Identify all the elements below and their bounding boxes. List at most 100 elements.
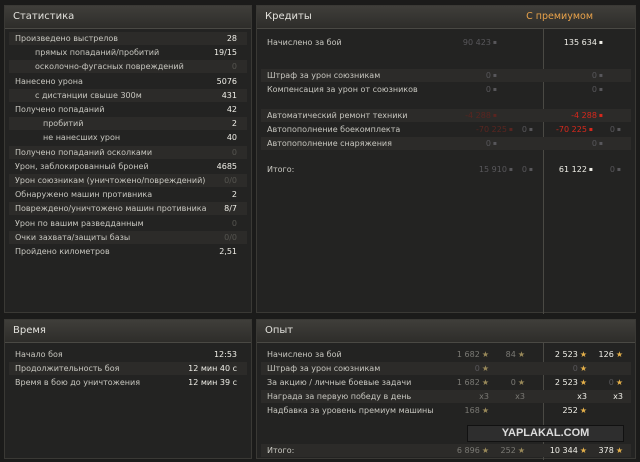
star-icon: ★ (579, 446, 587, 455)
premium-label: С премиумом (526, 11, 593, 22)
exp-base-free: x3 (515, 390, 525, 403)
exp-base-free-value: 252 (500, 446, 516, 455)
stats-label: Повреждено/уничтожено машин противника (15, 204, 207, 214)
credit-base-extra-value: 0 (521, 165, 527, 174)
stats-label: Урон, заблокированный броней (15, 161, 149, 171)
stats-row: Произведено выстрелов 28 (9, 32, 247, 45)
exp-label: Итого: (267, 446, 295, 455)
credit-premium-value: -70 225 (556, 125, 587, 134)
exp-premium-free: 378 ★ (599, 444, 623, 457)
time-row: Продолжительность боя 12 мин 40 с (9, 362, 247, 375)
coin-icon: ▪ (598, 39, 603, 46)
time-value: 12 мин 40 с (188, 364, 237, 373)
exp-premium-value: x3 (577, 392, 587, 401)
stats-label: прямых попаданий/пробитий (35, 48, 160, 58)
exp-base-free-value: x3 (515, 392, 525, 401)
credit-label: Автопополнение боекомплекта (267, 125, 401, 134)
stats-row: с дистанции свыше 300м 431 (9, 88, 247, 102)
star-icon: ★ (517, 350, 525, 359)
exp-premium: 2 523 ★ (555, 376, 587, 389)
exp-base: 168 ★ (465, 404, 489, 417)
stats-label: пробитий (43, 119, 84, 129)
stats-row: Получено попаданий осколками 0 (9, 145, 247, 159)
credits-title-text: Кредиты (265, 11, 312, 22)
credit-row: Штраф за урон союзникам 0 ▪ 0 ▪ (261, 69, 631, 82)
star-icon: ★ (517, 378, 525, 387)
star-icon: ★ (615, 350, 623, 359)
credits-panel: Кредиты С премиумом Начислено за бой 90 4… (256, 5, 636, 314)
stats-label: Урон по вашим разведданным (15, 218, 144, 228)
stats-row: Урон союзникам (уничтожено/повреждений) 0… (9, 174, 247, 187)
exp-label: За акцию / личные боевые задачи (267, 378, 412, 387)
star-icon: ★ (481, 446, 489, 455)
stats-value: 42 (226, 105, 237, 114)
coin-icon: ▪ (508, 126, 513, 133)
stats-label: Обнаружено машин противника (15, 190, 153, 200)
coin-icon: ▪ (616, 126, 621, 133)
exp-title: Опыт (257, 320, 635, 343)
exp-label: Начислено за бой (267, 350, 342, 359)
stats-value: 2,51 (219, 247, 237, 256)
stats-label: Очки захвата/защиты базы (15, 232, 131, 242)
stats-value: 0/0 (224, 176, 237, 185)
credit-premium-extra: 0 ▪ (610, 163, 621, 176)
time-label: Время в бою до уничтожения (15, 378, 141, 387)
exp-premium-value: 0 (572, 364, 578, 373)
exp-base-value: 6 896 (456, 446, 480, 455)
credit-premium-extra-value: 0 (609, 165, 615, 174)
coin-icon: ▪ (528, 166, 533, 173)
credit-base-extra: 0 ▪ (522, 123, 533, 136)
star-icon: ★ (481, 350, 489, 359)
coin-icon: ▪ (508, 166, 513, 173)
credit-premium-extra: 0 ▪ (610, 123, 621, 136)
stats-value: 0 (231, 218, 237, 228)
exp-row: Штраф за урон союзникам 0 ★ 0 ★ (261, 362, 631, 375)
coin-icon: ▪ (492, 140, 497, 147)
exp-premium-free-value: 126 (598, 350, 614, 359)
exp-premium-value: 252 (562, 406, 578, 415)
coin-icon: ▪ (616, 166, 621, 173)
exp-base-value: 1 682 (456, 378, 480, 387)
exp-base-value: 0 (474, 364, 480, 373)
star-icon: ★ (615, 446, 623, 455)
stats-value: 2 (231, 190, 237, 200)
time-title: Время (5, 320, 251, 343)
time-value: 12 мин 39 с (188, 378, 237, 387)
credit-base: -4 288 ▪ (465, 109, 497, 122)
stats-row: не нанесших урон 40 (9, 131, 247, 144)
exp-premium: 10 344 ★ (550, 444, 587, 457)
credit-row: Автопополнение снаряжения 0 ▪ 0 ▪ (261, 137, 631, 150)
stats-row: Пройдено километров 2,51 (9, 245, 247, 258)
star-icon: ★ (579, 406, 587, 415)
exp-premium-free: 0 ★ (609, 376, 623, 389)
credit-base: 0 ▪ (486, 69, 497, 82)
coin-icon: ▪ (492, 72, 497, 79)
exp-premium: x3 (577, 390, 587, 403)
credit-premium: -4 288 ▪ (571, 109, 603, 122)
exp-premium: 0 ★ (573, 362, 587, 375)
credit-label: Автоматический ремонт техники (267, 111, 408, 120)
credit-premium-value: 0 (591, 139, 597, 148)
stats-value: 5076 (216, 76, 237, 86)
exp-row: Итого: 6 896 ★ 252 ★ 10 344 ★ 378 ★ (261, 444, 631, 457)
credit-premium: 135 634 ▪ (564, 36, 603, 49)
credit-premium-value: 0 (591, 71, 597, 80)
stats-row: Повреждено/уничтожено машин противника 8/… (9, 202, 247, 216)
stats-value: 0 (231, 147, 237, 157)
time-row: Начало боя 12:53 (9, 348, 247, 361)
time-row: Время в бою до уничтожения 12 мин 39 с (9, 376, 247, 389)
credit-base-value: 0 (485, 139, 491, 148)
credit-base: -70 225 ▪ (476, 123, 513, 136)
credit-base-extra: 0 ▪ (522, 163, 533, 176)
exp-base-free: 252 ★ (501, 444, 525, 457)
exp-premium-free: x3 (613, 390, 623, 403)
credit-base-value: -4 288 (465, 111, 491, 120)
credit-row: Компенсация за урон от союзников 0 ▪ 0 ▪ (261, 83, 631, 96)
exp-base: x3 (479, 390, 489, 403)
credits-title: Кредиты С премиумом (257, 6, 635, 29)
exp-base-free-value: 84 (505, 350, 516, 359)
exp-base-value: 1 682 (456, 350, 480, 359)
coin-icon: ▪ (492, 39, 497, 46)
exp-premium-value: 2 523 (554, 378, 578, 387)
stats-title: Статистика (5, 6, 251, 29)
